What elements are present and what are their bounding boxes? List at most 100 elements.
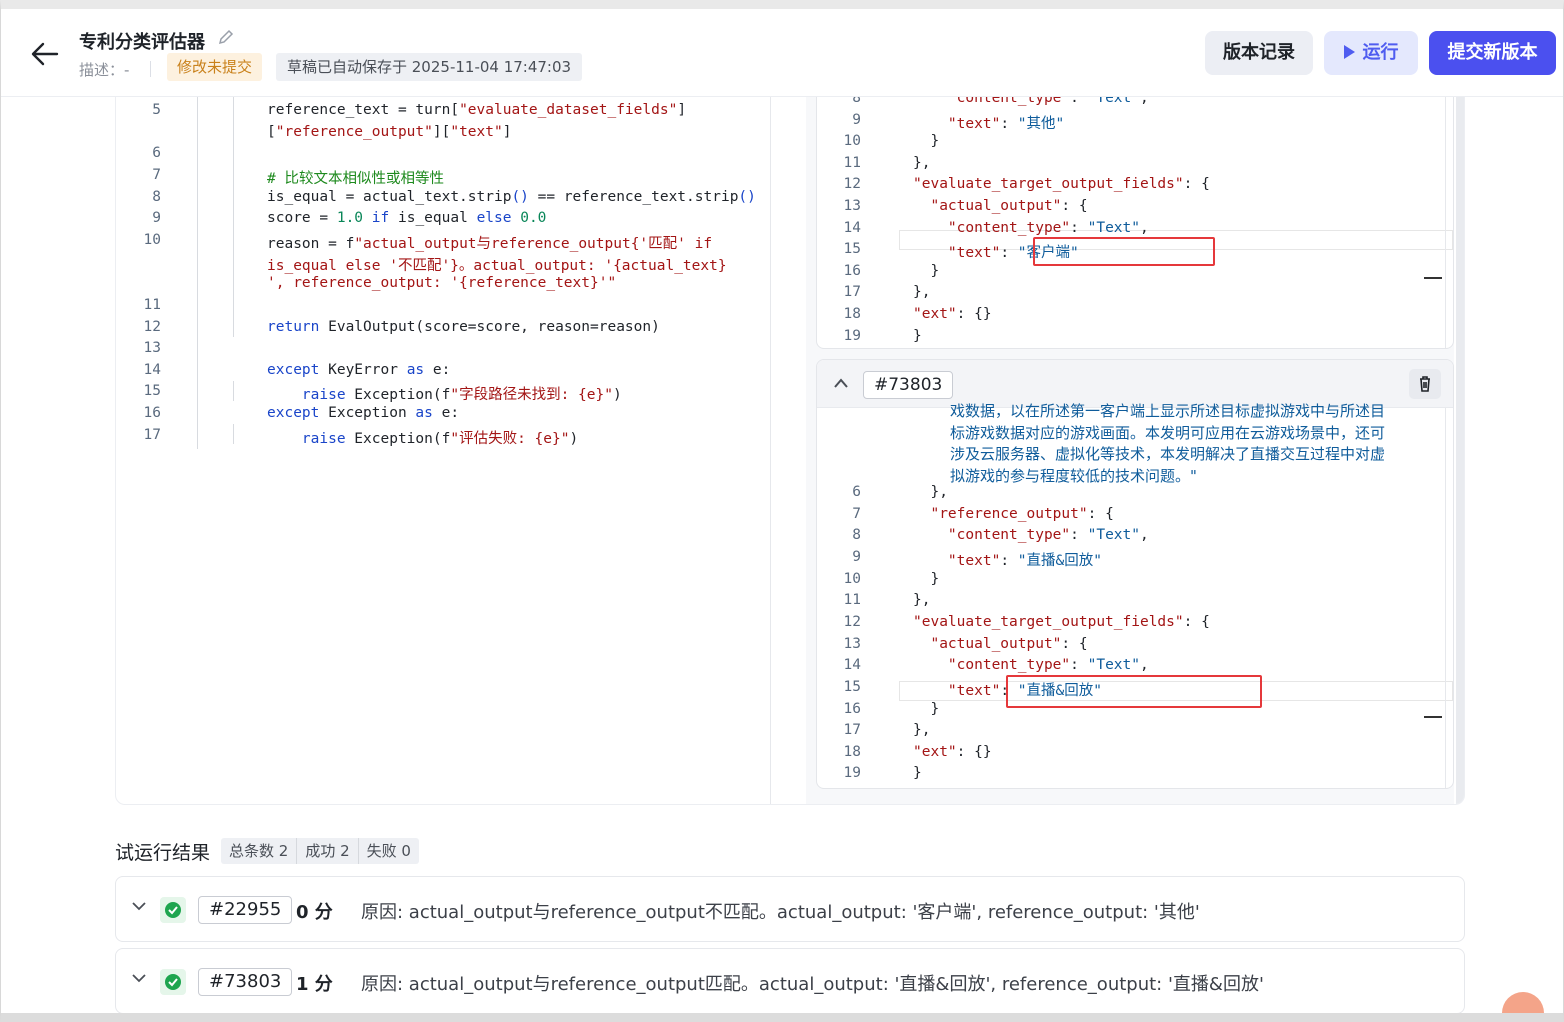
editor-panel: 5 reference_text = turn["evaluate_dataset…: [115, 97, 1465, 805]
code-line[interactable]: reference_text = turn["evaluate_dataset_…: [267, 102, 686, 118]
result-row[interactable]: #73803 1 分 原因: actual_output与reference_o…: [115, 948, 1465, 1014]
line-number: 8: [152, 188, 161, 205]
wrapped-text-line: 拟游戏的参与程度较低的技术问题。": [950, 466, 1197, 485]
chevron-down-icon[interactable]: [132, 973, 146, 983]
result-id: #73803: [198, 968, 293, 996]
indent-guide: [233, 97, 234, 337]
card-scrollbar[interactable]: [1445, 97, 1446, 348]
code-line[interactable]: }: [913, 328, 922, 344]
code-line[interactable]: # 比较文本相似性或相等性: [267, 167, 444, 188]
code-line[interactable]: except KeyError as e:: [267, 362, 450, 378]
line-number: 10: [143, 231, 161, 248]
run-button[interactable]: 运行: [1324, 31, 1418, 75]
panel-divider[interactable]: [770, 97, 771, 804]
overview-ruler-mark: [1424, 277, 1442, 279]
description-label: 描述：-: [79, 61, 130, 79]
code-line[interactable]: is_equal = actual_text.strip() == refere…: [267, 189, 756, 205]
wrapped-text-line: 戏数据，以在所述第一客户端上显示所述目标虚拟游戏中与所述目: [950, 402, 1386, 420]
code-line[interactable]: is_equal else '不匹配'}。actual_output: '{ac…: [267, 254, 727, 275]
code-line[interactable]: },: [913, 592, 930, 608]
line-number: 18: [843, 306, 861, 322]
card-scrollbar[interactable]: [1445, 408, 1446, 788]
code-line[interactable]: except Exception as e:: [267, 405, 459, 421]
assistant-avatar[interactable]: [1502, 992, 1544, 1022]
code-line[interactable]: "content_type": "Text",: [913, 97, 1149, 106]
code-editor[interactable]: 5 reference_text = turn["evaluate_dataset…: [116, 97, 770, 804]
overview-ruler-mark: [1424, 716, 1442, 718]
code-line[interactable]: reason = f"actual_output与reference_outpu…: [267, 232, 712, 253]
code-line[interactable]: }: [913, 765, 922, 781]
line-number: 17: [843, 284, 861, 301]
result-reason: 原因: actual_output与reference_output不匹配。ac…: [361, 902, 1200, 923]
code-line[interactable]: raise Exception(f"评估失败: {e}"): [267, 427, 578, 448]
line-number: 17: [143, 426, 161, 443]
result-row[interactable]: #22955 0 分 原因: actual_output与reference_o…: [115, 876, 1465, 942]
unsubmitted-badge: 修改未提交: [167, 53, 263, 81]
result-reason: 原因: actual_output与reference_output匹配。act…: [361, 974, 1264, 995]
check-circle-icon: [160, 969, 186, 995]
code-line[interactable]: },: [913, 155, 930, 171]
stat-fail: 失败 0: [366, 842, 411, 860]
code-line[interactable]: "text": "直播&回放": [913, 549, 1102, 570]
page-header: 专利分类评估器 描述：- 修改未提交 草稿已自动保存于 2025-11-04 1…: [0, 9, 1564, 97]
stat-total: 总条数 2: [221, 838, 298, 864]
code-line[interactable]: "ext": {}: [913, 306, 992, 322]
code-line[interactable]: return EvalOutput(score=score, reason=re…: [267, 319, 660, 335]
result-score: 1 分: [296, 974, 333, 995]
vertical-scrollbar[interactable]: [1456, 97, 1464, 804]
results-title: 试运行结果: [115, 842, 211, 864]
code-line[interactable]: "text": "其他": [913, 112, 1064, 133]
trash-icon[interactable]: [1409, 369, 1441, 399]
code-line[interactable]: ', reference_output: '{reference_text}'": [267, 275, 616, 291]
divider: [150, 61, 151, 77]
result-score: 0 分: [296, 902, 333, 923]
line-number: 8: [852, 97, 861, 106]
code-line[interactable]: raise Exception(f"字段路径未找到: {e}"): [267, 383, 622, 404]
code-line[interactable]: "actual_output": {: [913, 198, 1087, 214]
play-icon: [1343, 45, 1355, 59]
version-history-button[interactable]: 版本记录: [1205, 31, 1313, 75]
annotation-highlight-box: [1033, 237, 1215, 266]
line-number: 7: [852, 505, 861, 522]
results-stats: 总条数 2 成功 2 失败 0: [221, 838, 419, 864]
chevron-up-icon[interactable]: [833, 377, 849, 389]
line-number: 15: [843, 241, 861, 258]
code-line[interactable]: },: [913, 284, 930, 300]
line-number: 12: [143, 318, 161, 335]
code-line[interactable]: "content_type": "Text",: [913, 220, 1149, 236]
arrow-left-icon[interactable]: [30, 41, 60, 67]
line-number: 6: [852, 484, 861, 500]
code-line[interactable]: },: [913, 484, 947, 500]
code-line[interactable]: },: [913, 722, 930, 738]
code-line[interactable]: "content_type": "Text",: [913, 657, 1149, 673]
sample-id-tag: #73803: [863, 371, 954, 399]
code-line[interactable]: ["reference_output"]["text"]: [267, 124, 511, 140]
code-line[interactable]: "evaluate_target_output_fields": {: [913, 176, 1210, 192]
sample-card-73803: #73803 戏数据，以在所述第一客户端上显示所述目标虚拟游戏中与所述目 标游戏数…: [816, 359, 1454, 789]
code-line[interactable]: "ext": {}: [913, 744, 992, 760]
code-line[interactable]: "actual_output": {: [913, 636, 1087, 652]
autosave-status: 草稿已自动保存于 2025-11-04 17:47:03: [276, 53, 583, 81]
run-button-label: 运行: [1362, 42, 1399, 63]
line-number: 12: [843, 613, 861, 630]
pencil-icon[interactable]: [218, 29, 234, 45]
submit-version-button[interactable]: 提交新版本: [1429, 31, 1556, 75]
wrapped-text-line: 标游戏数据对应的游戏画面。本发明可应用在云游戏场景中，还可: [950, 423, 1386, 442]
line-number: 16: [843, 262, 861, 279]
line-number: 19: [843, 327, 861, 344]
chevron-down-icon[interactable]: [132, 901, 146, 911]
code-line[interactable]: "content_type": "Text",: [913, 527, 1149, 543]
code-line[interactable]: }: [913, 571, 939, 587]
wrapped-text-line: 涉及云服务器、虚拟化等技术，本发明解决了直播交互过程中对虚: [950, 445, 1386, 464]
code-line[interactable]: "reference_output": {: [913, 506, 1113, 522]
code-line[interactable]: "evaluate_target_output_fields": {: [913, 614, 1210, 630]
line-number: 8: [852, 527, 861, 544]
code-line[interactable]: score = 1.0 if is_equal else 0.0: [267, 210, 546, 226]
line-number: 16: [843, 700, 861, 717]
code-line[interactable]: }: [913, 701, 939, 717]
line-number: 17: [843, 722, 861, 739]
stat-success: 成功 2: [297, 838, 359, 864]
annotation-highlight-box: [1006, 675, 1262, 708]
code-line[interactable]: }: [913, 263, 939, 279]
code-line[interactable]: }: [913, 133, 939, 149]
